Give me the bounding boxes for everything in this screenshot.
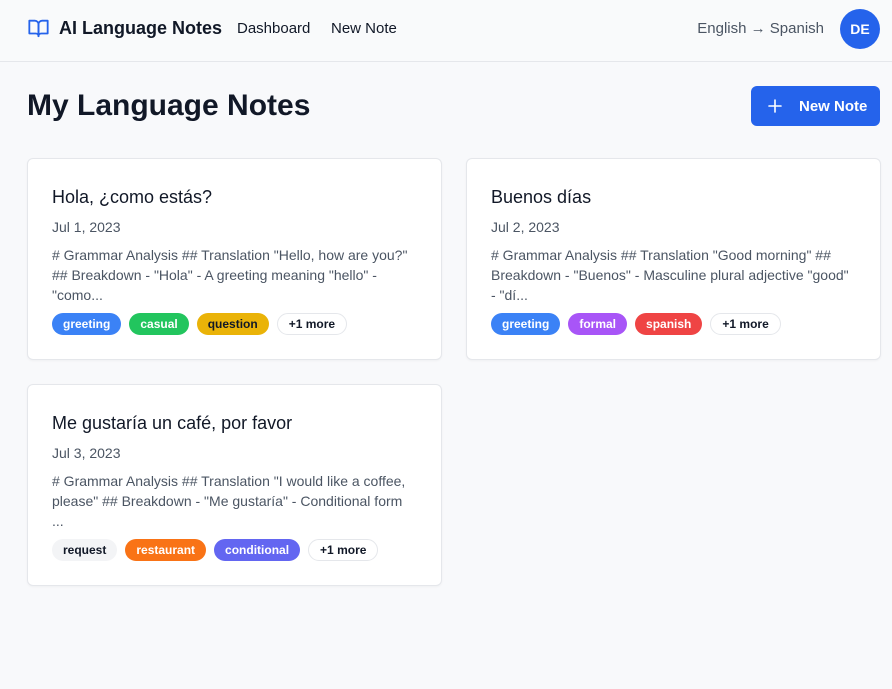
tag-badge[interactable]: casual [129,313,189,335]
tag-badge[interactable]: conditional [214,539,301,561]
plus-icon [768,99,782,113]
tag-badge[interactable]: greeting [491,313,561,335]
note-date: Jul 1, 2023 [52,219,121,235]
more-tags-badge[interactable]: +1 more [710,313,781,335]
more-tags-badge[interactable]: +1 more [308,539,379,561]
more-tags-badge[interactable]: +1 more [276,313,348,335]
new-note-button[interactable]: New Note [751,86,880,126]
note-card[interactable]: Buenos días Jul 2, 2023 # Grammar Analys… [466,158,881,360]
tag-badge[interactable]: request [52,539,118,561]
note-title: Hola, ¿como estás? [52,187,213,207]
tag-badge[interactable]: spanish [635,313,703,335]
note-title: Me gustaría un café, por favor [52,413,293,433]
tag-badge[interactable]: greeting [52,313,122,335]
note-excerpt: # Grammar Analysis ## Translation "Hello… [52,247,408,303]
brand-name: AI Language Notes [59,17,223,38]
note-tags: greeting formal spanish +1 more [491,313,781,335]
nav-new-note-link[interactable]: New Note [331,20,397,37]
tag-badge[interactable]: question [196,313,269,335]
book-open-icon [28,19,49,38]
new-note-button-label: New Note [799,97,868,115]
language-pair-selector[interactable]: English → Spanish [697,20,824,37]
page-title: My Language Notes [27,89,311,122]
note-tags: greeting casual question +1 more [52,313,348,335]
note-excerpt: # Grammar Analysis ## Translation "Good … [491,247,849,303]
brand-link[interactable]: AI Language Notes [27,17,222,39]
note-excerpt: # Grammar Analysis ## Translation "I wou… [52,473,406,529]
note-date: Jul 3, 2023 [52,445,121,461]
note-date: Jul 2, 2023 [491,219,560,235]
tag-badge[interactable]: restaurant [125,539,207,561]
tag-badge[interactable]: formal [568,313,628,335]
note-card[interactable]: Hola, ¿como estás? Jul 1, 2023 # Grammar… [27,158,442,360]
note-title: Buenos días [491,187,592,207]
top-navbar: AI Language Notes Dashboard New Note Eng… [0,0,892,62]
note-tags: request restaurant conditional +1 more [52,539,379,561]
note-card[interactable]: Me gustaría un café, por favor Jul 3, 20… [27,384,442,586]
nav-dashboard-link[interactable]: Dashboard [237,20,310,37]
user-avatar[interactable]: DE [840,9,880,49]
